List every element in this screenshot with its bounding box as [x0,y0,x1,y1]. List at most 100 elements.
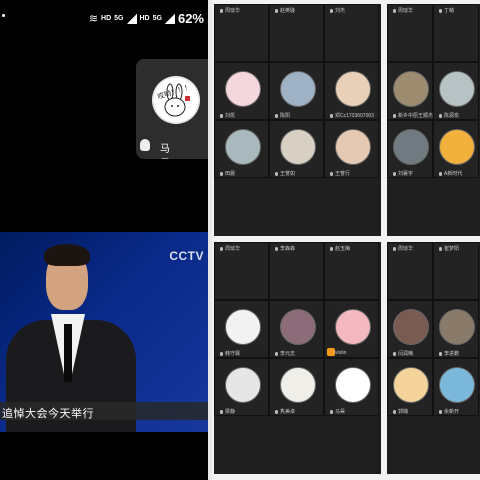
hd-label-2: HD [139,15,150,22]
participant-name: 赵英璇 [275,7,325,14]
microphone-icon [330,171,333,176]
participant-avatar [393,129,429,165]
participant-tile[interactable]: A新时代 [433,120,479,178]
self-video-tile[interactable]: 哎哟！！！ 马昊 [136,59,208,159]
microphone-icon [140,139,150,151]
participant-avatar [335,367,371,403]
participant-tile[interactable]: 李森森 [269,242,324,300]
microphone-icon [275,409,278,414]
participant-avatar [225,71,261,107]
microphone-icon [275,8,278,13]
participant-name-text: 陈阳 [280,113,291,119]
microphone-icon [275,171,278,176]
microphone-icon [330,113,333,118]
participant-tile[interactable]: 赵玉梅 [324,242,379,300]
participant-tile[interactable]: 李元志 [269,300,324,358]
participant-name-text: 马昊 [335,409,346,415]
microphone-icon [393,8,396,13]
tv-broadcast-video: CCTV 追悼大会今天举行 [0,232,208,432]
participant-avatar [439,71,475,107]
participant-name-text: 田晨 [225,171,236,177]
participant-tile[interactable]: 王誉如 [269,120,324,178]
participant-tile[interactable]: 李进鹏 [433,300,479,358]
participant-tile[interactable]: 刘襄宇 [387,120,433,178]
participant-tile[interactable]: 韩守霖 [214,300,269,358]
participant-tile[interactable]: 刘杰 [324,4,379,62]
participant-tile[interactable]: 刘凯 [214,62,269,120]
participant-name-text: 余新开 [444,409,460,415]
microphone-icon [439,351,442,356]
participant-gallery: 周琰华 赵英璇 刘杰 刘凯 陈阳 邓Cc1703607003 田晨 王誉如 王誉行 周琰华 丁萌新… [212,0,480,480]
participant-tile[interactable]: 隽美卓 [269,358,324,416]
participant-tile[interactable]: 邓Cc1703607003 [324,62,379,120]
participant-tile[interactable]: 赵英璇 [269,4,324,62]
participant-name-text: violin [335,350,347,356]
participant-tile[interactable]: 陈源泉 [433,62,479,120]
participant-name-text: 李元志 [280,351,296,357]
participant-avatar [335,129,371,165]
microphone-icon [393,113,396,118]
participant-name: 马昊 [330,408,380,415]
battery-percent: 62% [177,11,204,26]
microphone-icon [393,351,396,356]
participant-name-text: 李森森 [280,246,296,252]
participant-tile[interactable]: 余新开 [433,358,479,416]
participant-tile[interactable]: 郭璐 [387,358,433,416]
participant-name-text: 李进鹏 [444,351,460,357]
participant-name: 刘杰 [330,7,380,14]
participant-tile[interactable]: violin [324,300,379,358]
news-subtitle: 追悼大会今天举行 [2,408,94,420]
participant-avatar [439,309,475,345]
participant-name-text: 王誉行 [335,171,351,177]
participant-name: 田晨 [220,170,270,177]
participant-name: 崔梦阳 [439,245,480,252]
participant-name: A新时代 [439,170,480,177]
participant-avatar [393,367,429,403]
microphone-icon [275,351,278,356]
participant-tile[interactable]: 陈阳 [269,62,324,120]
microphone-icon [220,171,223,176]
participant-tile[interactable]: 周琰华 [214,242,269,300]
participant-name-text: 郭璐 [398,409,409,415]
participant-name: violin [330,350,380,356]
participant-tile[interactable]: 马昊 [324,358,379,416]
participant-name-text: 赵英璇 [280,8,296,14]
wifi-icon: ≋ [88,13,99,25]
participant-panel-1: 周琰华 赵英璇 刘杰刘凯 陈阳 邓Cc1703607003 田晨 王誉如 王誉行 [214,4,381,236]
participant-panel-4: 周琰华 崔梦阳闫润楠 李进鹏郭璐 余新开 [387,242,480,474]
participant-tile[interactable]: 王誉行 [324,120,379,178]
participant-tile[interactable]: 周琰华 [387,242,433,300]
participant-name-text: 刘杰 [335,8,346,14]
signal-icon [126,13,137,24]
participant-avatar [439,367,475,403]
microphone-icon [220,113,223,118]
participant-panel-3: 周琰华 李森森 赵玉梅韩守霖 李元志 violin 梁静 隽美卓 马昊 [214,242,381,474]
participant-avatar [280,367,316,403]
participant-panel-2: 周琰华 丁萌 新乡中原王顺杰 陈源泉 刘襄宇 A新时代 [387,4,480,236]
microphone-icon [439,409,442,414]
microphone-icon [330,409,333,414]
participant-tile[interactable]: 周琰华 [214,4,269,62]
participant-name-text: 邓Cc1703607003 [335,113,374,119]
participant-name: 陈阳 [275,112,325,119]
participant-tile[interactable]: 丁萌 [433,4,479,62]
participant-avatar [335,71,371,107]
participant-name-text: 周琰华 [225,246,241,252]
participant-tile[interactable]: 崔梦阳 [433,242,479,300]
participant-name: 刘凯 [220,112,270,119]
participant-name-text: 韩守霖 [225,351,241,357]
participant-name: 李森森 [275,245,325,252]
participant-tile[interactable]: 梁静 [214,358,269,416]
participant-tile[interactable]: 闫润楠 [387,300,433,358]
microphone-icon [220,8,223,13]
microphone-icon [439,246,442,251]
participant-name-text: 闫润楠 [398,351,414,357]
participant-avatar [280,309,316,345]
participant-tile[interactable]: 田晨 [214,120,269,178]
participant-avatar [393,71,429,107]
participant-name-text: 周琰华 [225,8,241,14]
participant-tile[interactable]: 新乡中原王顺杰 [387,62,433,120]
participant-name-text: 崔梦阳 [444,246,460,252]
participant-name: 梁静 [220,408,270,415]
participant-tile[interactable]: 周琰华 [387,4,433,62]
